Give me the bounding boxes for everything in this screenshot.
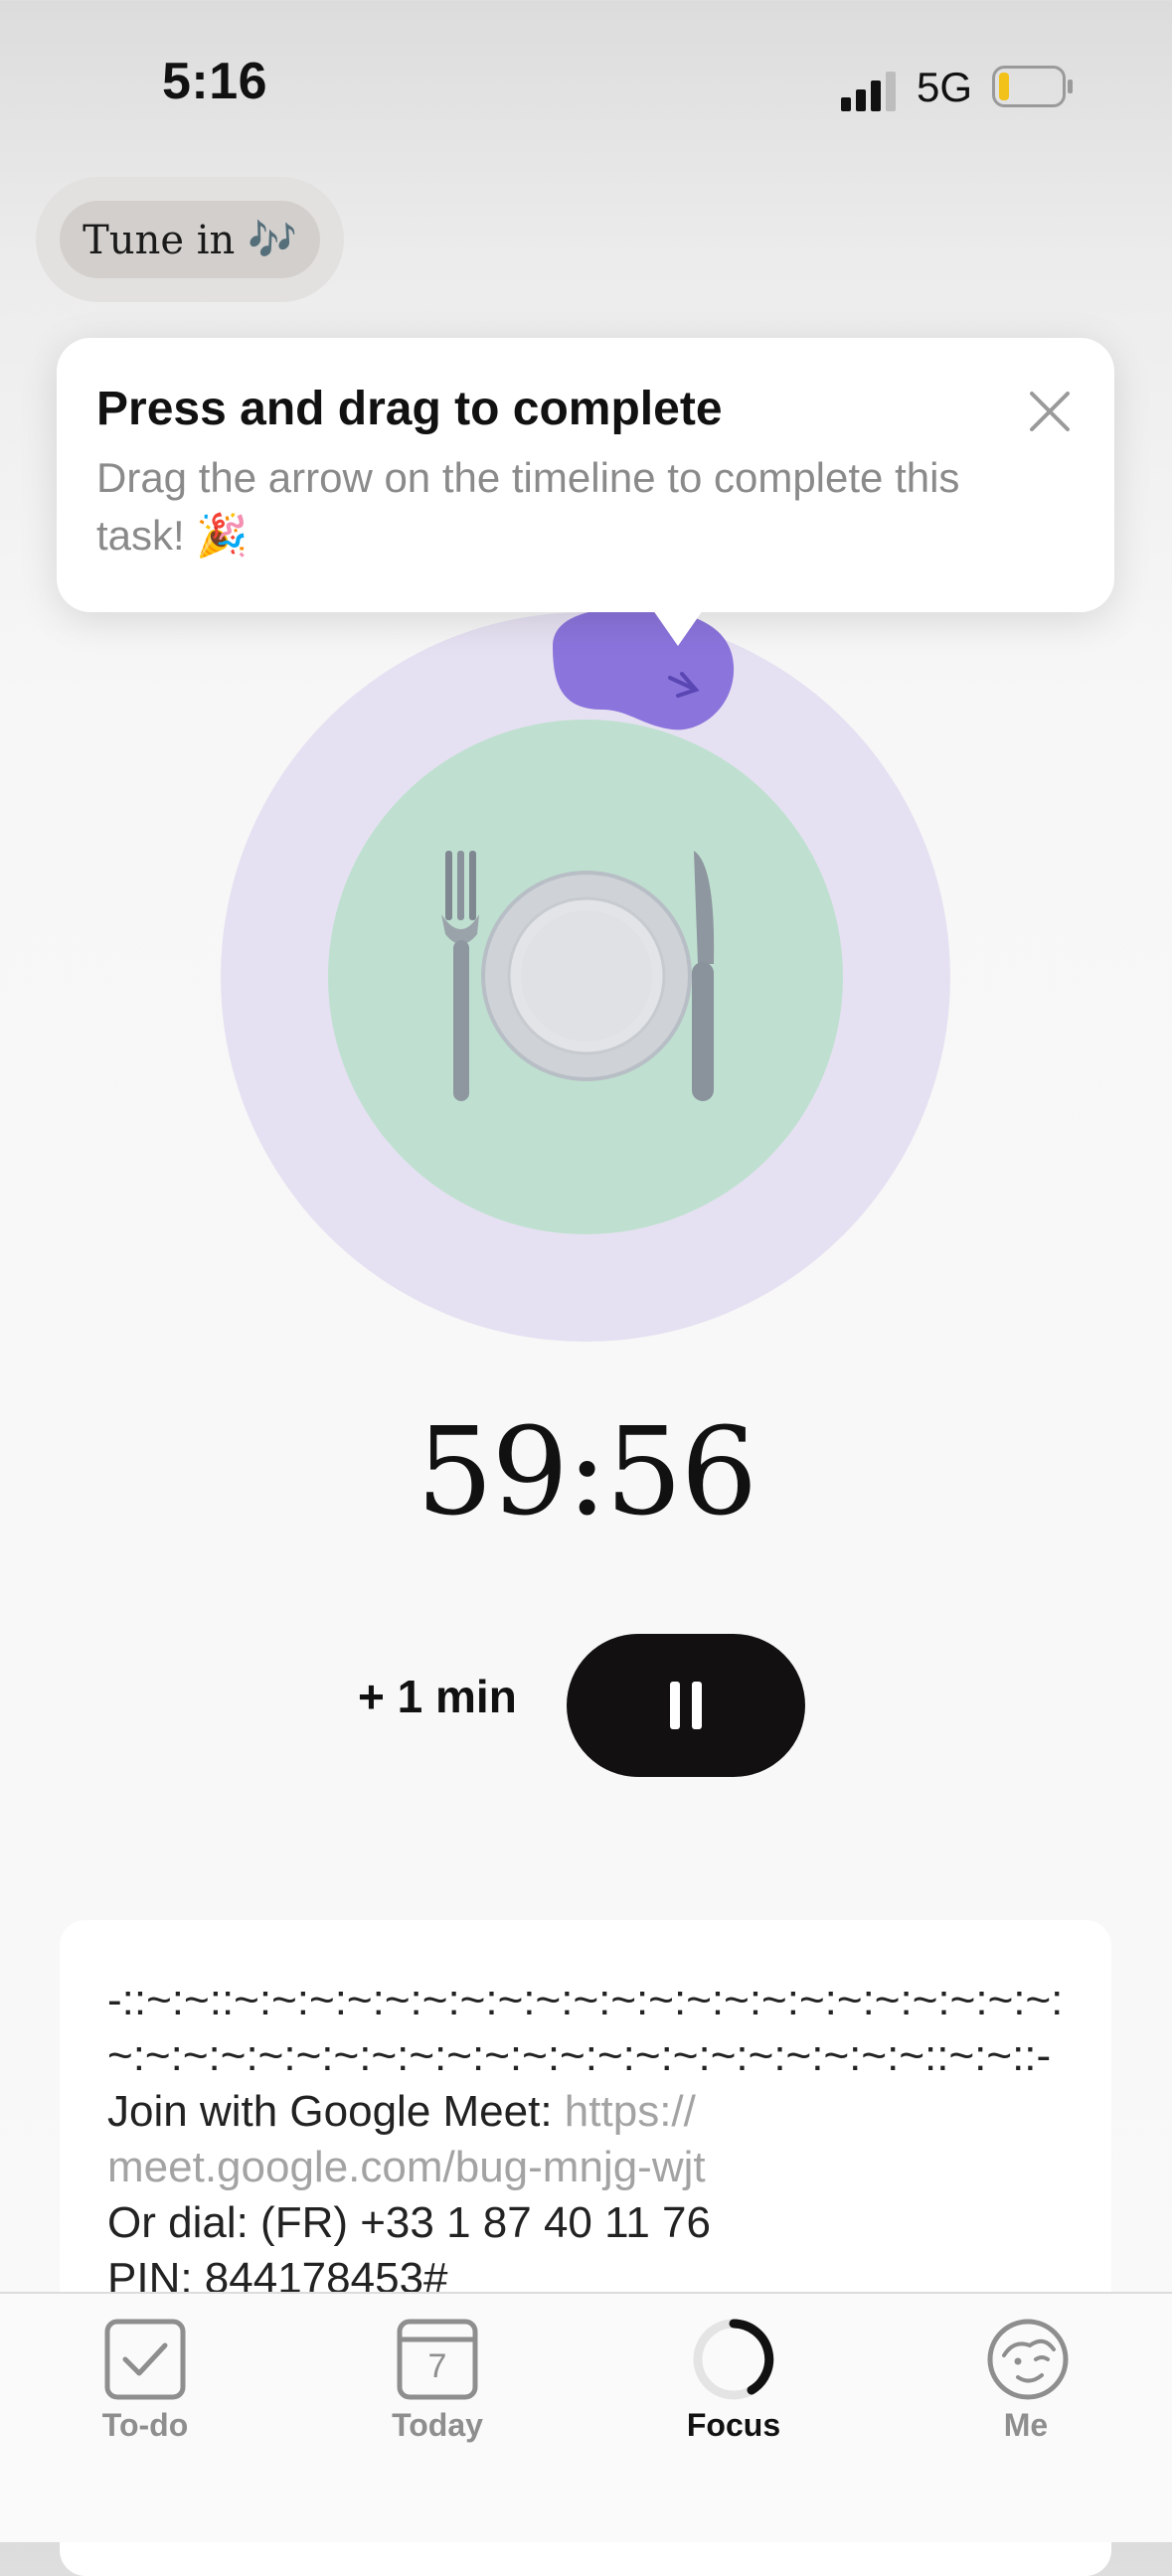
- add-minute-button[interactable]: + 1 min: [358, 1670, 517, 1723]
- meet-link-part2[interactable]: meet.google.com/bug-mnjg-wjt: [107, 2143, 706, 2192]
- meet-link-part1[interactable]: https://: [565, 2087, 696, 2136]
- notes-divider-line-1: -::~:~::~:~:~:~:~:~:~:~:~:~:~:~:~:~:~:~:…: [107, 1976, 1064, 2024]
- network-type: 5G: [917, 64, 973, 110]
- tab-me-label[interactable]: Me: [926, 2407, 1125, 2444]
- popover-body: Drag the arrow on the timeline to comple…: [96, 454, 960, 559]
- countdown-timer: 59:56: [416, 1401, 758, 1542]
- signal-icon: [841, 72, 896, 111]
- calendar-date: 7: [427, 2347, 447, 2385]
- tab-todo[interactable]: [103, 2318, 187, 2401]
- tab-todo-label[interactable]: To-do: [46, 2407, 245, 2444]
- face-icon: [987, 2319, 1069, 2400]
- tune-in-button[interactable]: Tune in 🎶: [60, 201, 320, 278]
- checkbox-icon: [104, 2319, 186, 2400]
- fork-knife-plate-icon: [441, 851, 715, 1101]
- dial-in-text: Or dial: (FR) +33 1 87 40 11 76: [107, 2198, 711, 2247]
- focus-progress-icon: [693, 2319, 774, 2400]
- popover-pointer: [646, 600, 710, 646]
- status-time: 5:16: [162, 53, 268, 110]
- meet-label: Join with Google Meet:: [107, 2087, 565, 2136]
- battery-icon: [992, 66, 1073, 107]
- notes-divider-line-2: ~:~:~:~:~:~:~:~:~:~:~:~:~:~:~:~:~:~:~:~:…: [107, 2031, 1052, 2080]
- tab-focus-label[interactable]: Focus: [634, 2407, 833, 2444]
- meet-line: Join with Google Meet: https://: [107, 2087, 696, 2137]
- close-icon[interactable]: [1024, 386, 1076, 437]
- popover-title: Press and drag to complete: [96, 383, 723, 435]
- tab-me[interactable]: [984, 2316, 1072, 2403]
- pause-button[interactable]: [567, 1634, 805, 1777]
- tab-today[interactable]: 7: [396, 2318, 479, 2401]
- tab-today-label[interactable]: Today: [338, 2407, 537, 2444]
- tab-focus[interactable]: [690, 2316, 777, 2403]
